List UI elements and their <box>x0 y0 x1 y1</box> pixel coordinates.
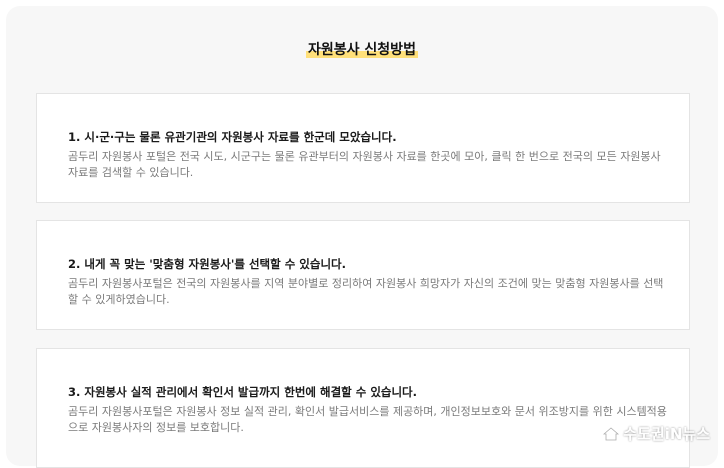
news-watermark: 수도권iN뉴스 <box>603 423 710 444</box>
card-body: 곰두리 자원봉사포털은 전국의 자원봉사를 지역 분야별로 정리하여 자원봉사 … <box>68 277 664 306</box>
house-logo-icon <box>603 426 620 442</box>
info-card-3: 3. 자원봉사 실적 관리에서 확인서 발급까지 한번에 해결할 수 있습니다.… <box>36 348 690 468</box>
card-title: 2. 내게 꼭 맞는 '맞춤형 자원봉사'를 선택할 수 있습니다. <box>68 257 346 271</box>
card-body: 곰두리 자원봉사포털은 자원봉사 정보 실적 관리, 확인서 발급서비스를 제공… <box>68 405 667 434</box>
page-title-wrap: 자원봉사 신청방법 <box>6 39 718 58</box>
page-title: 자원봉사 신청방법 <box>306 42 418 58</box>
card-title: 3. 자원봉사 실적 관리에서 확인서 발급까지 한번에 해결할 수 있습니다. <box>68 385 418 399</box>
card-body: 곰두리 자원봉사 포털은 전국 시도, 시군구는 물론 유관부터의 자원봉사 자… <box>68 150 661 179</box>
card-title: 1. 시·군·구는 물론 유관기관의 자원봉사 자료를 한군데 모았습니다. <box>68 130 397 144</box>
info-card-1: 1. 시·군·구는 물론 유관기관의 자원봉사 자료를 한군데 모았습니다. 곰… <box>36 93 690 203</box>
watermark-text: 수도권iN뉴스 <box>623 425 710 443</box>
info-card-2: 2. 내게 꼭 맞는 '맞춤형 자원봉사'를 선택할 수 있습니다. 곰두리 자… <box>36 220 690 330</box>
content-panel: 자원봉사 신청방법 1. 시·군·구는 물론 유관기관의 자원봉사 자료를 한군… <box>6 6 718 468</box>
